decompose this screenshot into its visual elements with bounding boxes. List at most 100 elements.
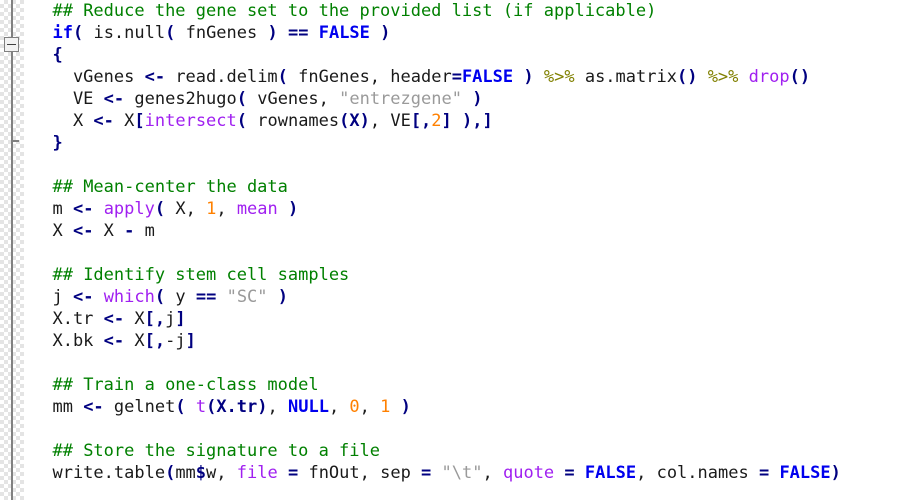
code-token-punc: (): [676, 67, 698, 87]
code-line[interactable]: ## Reduce the gene set to the provided l…: [32, 0, 905, 22]
code-line[interactable]: {: [32, 44, 905, 66]
code-token-kw: FALSE: [318, 23, 370, 43]
code-token-pl: , VE: [369, 111, 411, 131]
code-token-punc: }: [52, 133, 63, 153]
code-token-punc: (: [175, 397, 186, 417]
code-line[interactable]: ## Identify stem cell samples: [32, 264, 905, 286]
code-token-fn: quote: [502, 463, 555, 483]
code-token-str: "SC": [226, 287, 268, 307]
code-line[interactable]: mm <- gelnet( t(X.tr), NULL, 0, 1 ): [32, 396, 905, 418]
code-token-pl: mm: [32, 397, 84, 417]
code-token-pl: as.matrix: [574, 67, 677, 87]
code-line[interactable]: X <- X[intersect( rownames(X), VE[,2] ),…: [32, 110, 905, 132]
code-line[interactable]: m <- apply( X, 1, mean ): [32, 198, 905, 220]
code-line[interactable]: [32, 352, 905, 374]
code-token-pl: j: [32, 287, 73, 307]
code-line[interactable]: ## Train a one-class model: [32, 374, 905, 396]
code-token-punc: (X.tr): [206, 397, 268, 417]
code-token-punc: (: [236, 89, 247, 109]
fold-collapse-box[interactable]: [4, 37, 19, 52]
code-token-pl: ,: [328, 397, 350, 417]
code-token-punc: (: [154, 199, 166, 219]
code-line[interactable]: X.bk <- X[,-j]: [32, 330, 905, 352]
code-token-cmt: ## Reduce the gene set to the provided l…: [52, 1, 657, 21]
code-token-num: 1: [206, 199, 217, 219]
code-token-asn: =: [451, 67, 462, 87]
code-token-op: %>%: [707, 67, 739, 87]
code-token-punc: (): [789, 67, 811, 87]
code-token-punc: (: [165, 23, 176, 43]
code-token-pl: ,: [216, 199, 237, 219]
gutter-divider: [24, 0, 32, 500]
code-token-kw: if: [52, 23, 73, 43]
code-token-punc: [,: [410, 111, 432, 131]
code-line[interactable]: ## Mean-center the data: [32, 176, 905, 198]
code-token-pl: -j: [165, 331, 186, 351]
code-token-pl: y: [165, 287, 196, 307]
code-token-pl: X: [32, 221, 73, 241]
code-token-asn: <-: [72, 287, 94, 307]
code-token-cmt: ## Train a one-class model: [52, 375, 319, 395]
code-token-pl: vGenes,: [246, 89, 340, 109]
code-token-kw: FALSE: [461, 67, 514, 87]
code-token-asn: =: [421, 463, 432, 483]
code-token-asn: ==: [287, 23, 309, 43]
code-token-pl: mm: [175, 463, 196, 483]
code-line[interactable]: X.tr <- X[,j]: [32, 308, 905, 330]
code-line[interactable]: if( is.null( fnGenes ) == FALSE ): [32, 22, 905, 44]
code-token-pl: ,: [359, 397, 381, 417]
code-line[interactable]: write.table(mm$w, file = fnOut, sep = "\…: [32, 462, 905, 484]
code-line[interactable]: VE <- genes2hugo( vGenes, "entrezgene" ): [32, 88, 905, 110]
code-token-pl: ,: [482, 463, 503, 483]
code-line[interactable]: ## Store the signature to a file: [32, 440, 905, 462]
fold-guide-line: [11, 52, 13, 142]
code-line[interactable]: X <- X - m: [32, 220, 905, 242]
code-line[interactable]: [32, 418, 905, 440]
code-token-asn: <-: [103, 89, 125, 109]
code-token-pl: X: [32, 111, 94, 131]
code-token-punc: [: [134, 111, 145, 131]
code-token-pl: X.bk: [32, 331, 104, 351]
code-token-punc: {: [52, 45, 63, 65]
code-token-kw: FALSE: [779, 463, 831, 483]
code-token-punc: ]: [175, 309, 186, 329]
code-token-asn: -: [124, 221, 135, 241]
code-token-pl: w,: [206, 463, 237, 483]
code-token-asn: <-: [103, 309, 125, 329]
code-line[interactable]: }: [32, 132, 905, 154]
code-token-cmt: ## Mean-center the data: [52, 177, 288, 197]
code-folding-gutter[interactable]: [0, 0, 24, 500]
code-token-pl: fnOut, sep: [298, 463, 422, 483]
code-token-pl: fnGenes, header: [287, 67, 452, 87]
code-token-pl: X,: [165, 199, 207, 219]
code-token-punc: (: [236, 111, 248, 131]
code-line[interactable]: j <- which( y == "SC" ): [32, 286, 905, 308]
code-token-pl: vGenes: [32, 67, 145, 87]
code-line[interactable]: [32, 242, 905, 264]
code-line[interactable]: [32, 154, 905, 176]
code-token-fn: apply: [103, 199, 155, 219]
code-token-punc: [,: [144, 331, 166, 351]
code-token-pl: ,: [267, 397, 288, 417]
code-text-area[interactable]: ## Reduce the gene set to the provided l…: [32, 0, 905, 500]
code-token-punc: (: [165, 463, 176, 483]
code-line[interactable]: vGenes <- read.delim( fnGenes, header=FA…: [32, 66, 905, 88]
code-token-pl: write.table: [32, 463, 166, 483]
code-token-pl: is.null: [83, 23, 166, 43]
code-token-pl: X: [124, 331, 145, 351]
code-token-punc: (: [72, 23, 84, 43]
code-token-pl: m: [134, 221, 155, 241]
